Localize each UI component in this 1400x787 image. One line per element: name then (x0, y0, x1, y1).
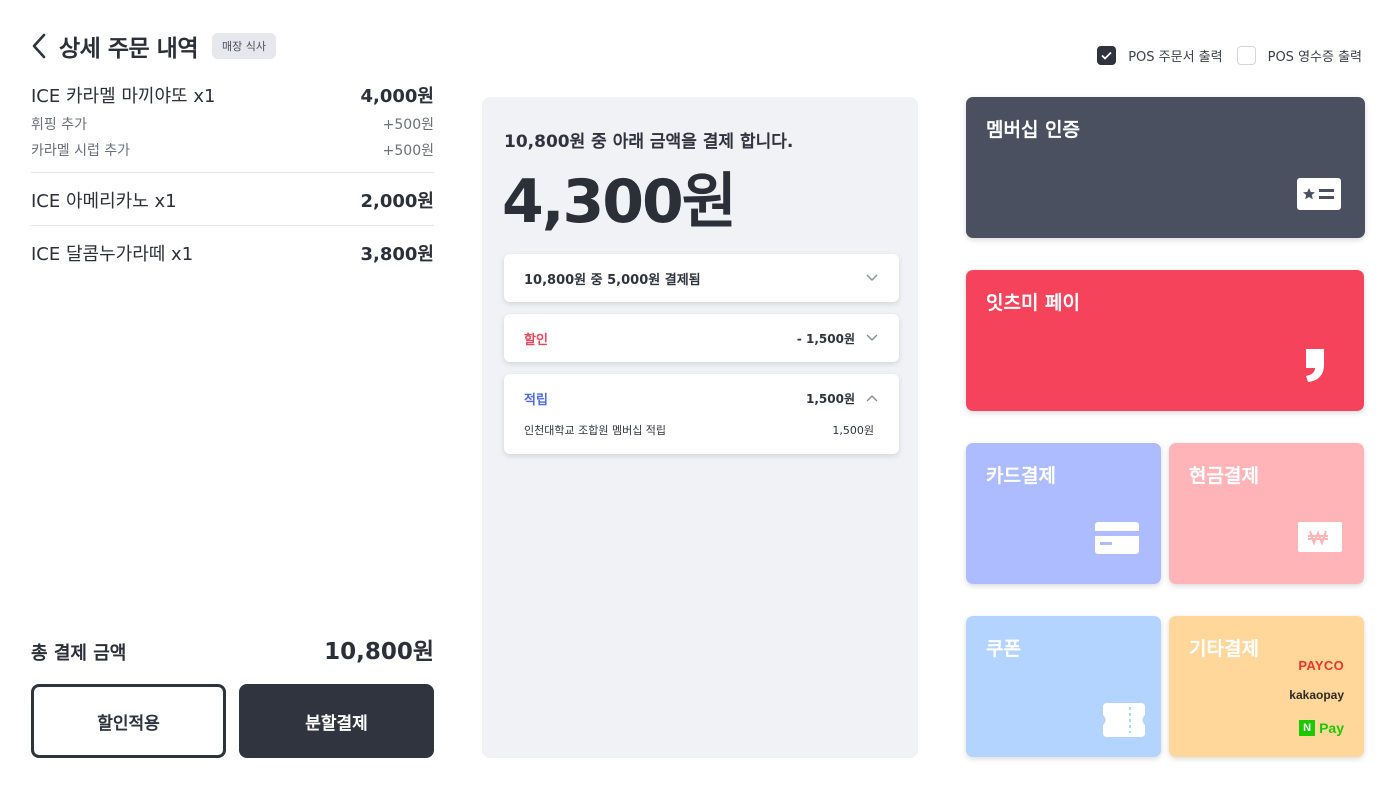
dine-type-badge: 매장 식사 (211, 33, 276, 59)
item-price: 2,000원 (360, 191, 435, 212)
payco-logo: PAYCO (1298, 658, 1344, 673)
order-item: ICE 아메리카노 x1 2,000원 (31, 187, 434, 226)
item-price: 4,000원 (360, 86, 435, 107)
order-detail-panel: 상세 주문 내역 매장 식사 ICE 카라멜 마끼야또 x1 4,000원 휘핑… (31, 28, 434, 768)
total-label: 총 결제 금액 (31, 643, 127, 664)
discount-value: - 1,500원 (796, 331, 855, 346)
eatsme-pay-label: 잇츠미 페이 (986, 292, 1081, 314)
membership-auth-tile[interactable]: 멤버십 인증 (966, 97, 1365, 238)
chevron-down-icon[interactable] (865, 331, 879, 345)
cash-payment-label: 현금결제 (1189, 465, 1259, 487)
paid-summary-row[interactable]: 10,800원 중 5,000원 결제됨 (504, 254, 899, 302)
coupon-label: 쿠폰 (986, 638, 1021, 660)
order-item-list: ICE 카라멜 마끼야또 x1 4,000원 휘핑 추가 +500원 카라멜 시… (31, 82, 434, 278)
item-name: ICE 달콤누가라떼 x1 (31, 244, 194, 265)
order-slip-print-label: POS 주문서 출력 (1128, 50, 1223, 65)
item-option: 카라멜 시럽 추가 +500원 (31, 140, 434, 160)
chevron-up-icon[interactable] (865, 391, 879, 405)
receipt-print-label: POS 영수증 출력 (1267, 50, 1362, 65)
item-option: 휘핑 추가 +500원 (31, 114, 434, 134)
apply-discount-button[interactable]: 할인적용 (31, 684, 226, 758)
eatsme-pay-tile[interactable]: 잇츠미 페이 (966, 270, 1364, 411)
header: 상세 주문 내역 매장 식사 (31, 28, 434, 64)
total-value: 10,800원 (324, 639, 434, 665)
npay-logo: N Pay (1299, 720, 1344, 736)
payment-amount: 4,300원 (502, 167, 737, 237)
credit-card-icon (1095, 522, 1139, 558)
paid-summary-label: 10,800원 중 5,000원 결제됨 (524, 272, 701, 288)
other-payment-tile[interactable]: 기타결제 PAYCO kakaopay N Pay (1169, 616, 1364, 757)
item-price: 3,800원 (360, 244, 435, 265)
payment-summary-panel: 10,800원 중 아래 금액을 결제 합니다. 4,300원 10,800원 … (482, 97, 918, 758)
cash-won-icon (1298, 522, 1342, 556)
checkbox-checked-icon[interactable] (1097, 46, 1117, 65)
discount-label: 할인 (524, 332, 548, 348)
discount-row[interactable]: 할인 - 1,500원 (504, 314, 899, 362)
points-detail: 인천대학교 조합원 멤버십 적립 1,500원 (504, 422, 899, 454)
checkbox-unchecked-icon[interactable] (1236, 46, 1256, 65)
points-label: 적립 (524, 392, 548, 408)
points-detail-label: 인천대학교 조합원 멤버십 적립 (524, 424, 667, 437)
item-name: ICE 카라멜 마끼야또 x1 (31, 86, 216, 107)
receipt-print-checkbox[interactable]: POS 영수증 출력 (1236, 46, 1362, 65)
option-name: 카라멜 시럽 추가 (31, 143, 131, 159)
back-icon[interactable] (31, 32, 53, 60)
option-price: +500원 (382, 117, 434, 133)
coupon-ticket-icon (1103, 703, 1145, 741)
npay-label: Pay (1319, 720, 1344, 736)
card-payment-label: 카드결제 (986, 465, 1056, 487)
npay-n-icon: N (1299, 720, 1316, 736)
chevron-down-icon[interactable] (865, 271, 879, 285)
split-payment-button[interactable]: 분할결제 (239, 684, 434, 758)
action-buttons: 할인적용 분할결제 (31, 684, 434, 758)
order-slip-print-checkbox[interactable]: POS 주문서 출력 (1097, 46, 1223, 65)
order-item: ICE 달콤누가라떼 x1 3,800원 (31, 240, 434, 278)
total-row: 총 결제 금액 10,800원 (31, 632, 434, 666)
coupon-tile[interactable]: 쿠폰 (966, 616, 1161, 757)
points-value: 1,500원 (806, 391, 855, 406)
page-title: 상세 주문 내역 (59, 36, 198, 62)
kakaopay-logo: kakaopay (1289, 688, 1344, 702)
print-options: POS 주문서 출력 POS 영수증 출력 (1097, 46, 1362, 65)
option-price: +500원 (382, 143, 434, 159)
item-name: ICE 아메리카노 x1 (31, 191, 177, 212)
payment-description: 10,800원 중 아래 금액을 결제 합니다. (504, 132, 794, 152)
membership-card-icon (1297, 178, 1341, 214)
points-row[interactable]: 적립 1,500원 인천대학교 조합원 멤버십 적립 1,500원 (504, 374, 899, 454)
eatsme-logo-icon (1304, 347, 1326, 387)
membership-auth-label: 멤버십 인증 (986, 119, 1081, 141)
order-item: ICE 카라멜 마끼야또 x1 4,000원 휘핑 추가 +500원 카라멜 시… (31, 82, 434, 173)
card-payment-tile[interactable]: 카드결제 (966, 443, 1161, 584)
cash-payment-tile[interactable]: 현금결제 (1169, 443, 1364, 584)
other-payment-label: 기타결제 (1189, 638, 1259, 660)
option-name: 휘핑 추가 (31, 117, 87, 133)
points-detail-value: 1,500원 (832, 424, 874, 437)
